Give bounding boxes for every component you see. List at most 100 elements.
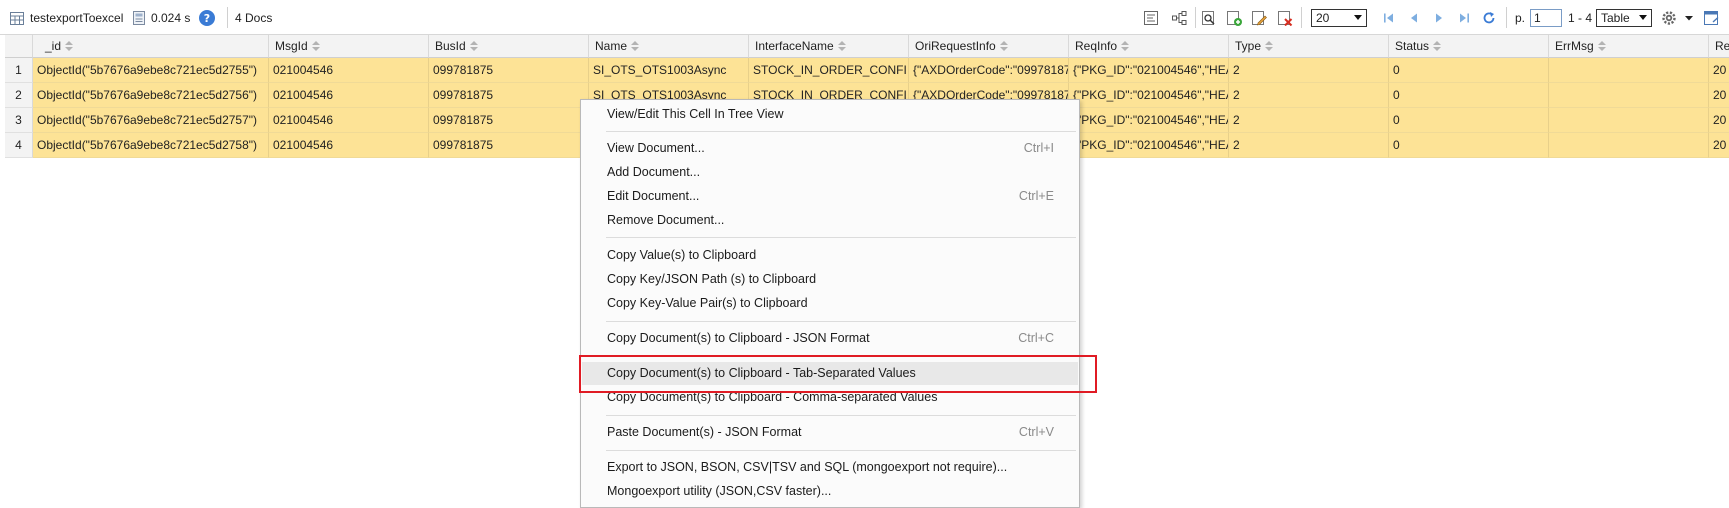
table-cell[interactable]: 021004546 bbox=[269, 133, 429, 158]
row-number[interactable]: 4 bbox=[5, 133, 33, 158]
column-header-interfacename[interactable]: InterfaceName bbox=[749, 35, 909, 58]
table-cell[interactable] bbox=[1549, 133, 1709, 158]
table-cell[interactable]: 0 bbox=[1389, 108, 1549, 133]
table-cell[interactable]: 2 bbox=[1229, 58, 1389, 83]
menu-separator bbox=[606, 131, 1076, 132]
menu-item-copy-csv[interactable]: Copy Document(s) to Clipboard - Comma-se… bbox=[582, 386, 1078, 409]
sort-icon bbox=[631, 41, 640, 51]
table-cell[interactable] bbox=[1549, 108, 1709, 133]
column-header-status[interactable]: Status bbox=[1389, 35, 1549, 58]
menu-item-mongoexport-utility[interactable]: Mongoexport utility (JSON,CSV faster)... bbox=[582, 480, 1078, 503]
table-cell[interactable]: 0 bbox=[1389, 83, 1549, 108]
table-icon bbox=[8, 9, 26, 27]
table-cell[interactable]: 2 bbox=[1229, 108, 1389, 133]
edit-document-icon[interactable] bbox=[1250, 9, 1268, 27]
menu-item-copy-key-json-path[interactable]: Copy Key/JSON Path (s) to Clipboard bbox=[582, 268, 1078, 291]
table-cell[interactable]: {"PKG_ID":"021004546","HEA bbox=[1069, 108, 1229, 133]
find-document-icon[interactable] bbox=[1200, 9, 1218, 27]
last-page-icon[interactable] bbox=[1455, 9, 1473, 27]
table-cell[interactable]: 20 bbox=[1709, 58, 1729, 83]
menu-item-add-document[interactable]: Add Document... bbox=[582, 161, 1078, 184]
row-number[interactable]: 1 bbox=[5, 58, 33, 83]
row-number-header bbox=[5, 35, 33, 58]
table-cell[interactable] bbox=[1549, 83, 1709, 108]
table-cell[interactable]: {"PKG_ID":"021004546","HEA bbox=[1069, 133, 1229, 158]
query-time-icon bbox=[130, 9, 148, 27]
table-cell[interactable]: 099781875 bbox=[429, 58, 589, 83]
page-size-select[interactable]: 20 bbox=[1311, 9, 1367, 27]
table-cell[interactable]: 20 bbox=[1709, 83, 1729, 108]
doc-count: 4 Docs bbox=[235, 10, 273, 25]
collection-name: testexportToexcel bbox=[30, 10, 124, 25]
export-panel-icon[interactable] bbox=[1703, 9, 1721, 27]
menu-item-export[interactable]: Export to JSON, BSON, CSV|TSV and SQL (m… bbox=[582, 456, 1078, 479]
column-header-name[interactable]: Name bbox=[589, 35, 749, 58]
table-cell[interactable]: {"PKG_ID":"021004546","HEA bbox=[1069, 83, 1229, 108]
table-cell[interactable]: 021004546 bbox=[269, 83, 429, 108]
menu-item-copy-key-value-pairs[interactable]: Copy Key-Value Pair(s) to Clipboard bbox=[582, 292, 1078, 315]
page-size-value: 20 bbox=[1316, 11, 1330, 25]
column-header-busid[interactable]: BusId bbox=[429, 35, 589, 58]
column-header-msgid[interactable]: MsgId bbox=[269, 35, 429, 58]
table-cell[interactable]: ObjectId("5b7676a9ebe8c721ec5d2758") bbox=[33, 133, 269, 158]
menu-item-view-edit-cell-tree[interactable]: View/Edit This Cell In Tree View bbox=[582, 103, 1078, 126]
table-cell[interactable]: 20 bbox=[1709, 133, 1729, 158]
table-cell[interactable]: ObjectId("5b7676a9ebe8c721ec5d2756") bbox=[33, 83, 269, 108]
table-cell[interactable]: ObjectId("5b7676a9ebe8c721ec5d2757") bbox=[33, 108, 269, 133]
menu-item-copy-tsv[interactable]: Copy Document(s) to Clipboard - Tab-Sepa… bbox=[582, 362, 1078, 385]
sort-icon bbox=[65, 41, 74, 51]
table-cell[interactable]: 0 bbox=[1389, 58, 1549, 83]
table-cell[interactable]: {"AXDOrderCode":"09978187 bbox=[909, 58, 1069, 83]
menu-separator bbox=[606, 356, 1076, 357]
toolbar-divider bbox=[1301, 7, 1302, 28]
column-header-orirequestinfo[interactable]: OriRequestInfo bbox=[909, 35, 1069, 58]
table-cell[interactable]: ObjectId("5b7676a9ebe8c721ec5d2755") bbox=[33, 58, 269, 83]
menu-item-copy-json[interactable]: Copy Document(s) to Clipboard - JSON For… bbox=[582, 327, 1078, 350]
column-header-re[interactable]: Re bbox=[1709, 35, 1729, 58]
column-header-errmsg[interactable]: ErrMsg bbox=[1549, 35, 1709, 58]
menu-item-view-document[interactable]: View Document... Ctrl+I bbox=[582, 137, 1078, 160]
delete-document-icon[interactable] bbox=[1276, 9, 1294, 27]
table-cell[interactable]: 20 bbox=[1709, 108, 1729, 133]
sort-icon bbox=[1121, 41, 1130, 51]
column-header-reqinfo[interactable]: ReqInfo bbox=[1069, 35, 1229, 58]
column-header-type[interactable]: Type bbox=[1229, 35, 1389, 58]
sort-icon bbox=[1433, 41, 1442, 51]
menu-separator bbox=[606, 415, 1076, 416]
toolbar: testexportToexcel 0.024 s ? 4 Docs 20 p.… bbox=[0, 0, 1729, 35]
table-cell[interactable]: {"PKG_ID":"021004546","HEA bbox=[1069, 58, 1229, 83]
settings-gear-icon[interactable] bbox=[1660, 9, 1678, 27]
table-cell[interactable]: STOCK_IN_ORDER_CONFI bbox=[749, 58, 909, 83]
table-cell[interactable]: SI_OTS_OTS1003Async bbox=[589, 58, 749, 83]
settings-dropdown-icon[interactable] bbox=[1680, 9, 1698, 27]
view-mode-select[interactable]: Table bbox=[1596, 9, 1652, 27]
menu-item-remove-document[interactable]: Remove Document... bbox=[582, 209, 1078, 232]
query-builder-icon[interactable] bbox=[1142, 9, 1160, 27]
help-icon[interactable]: ? bbox=[198, 9, 216, 27]
table-cell[interactable] bbox=[1549, 58, 1709, 83]
menu-item-edit-document[interactable]: Edit Document... Ctrl+E bbox=[582, 185, 1078, 208]
next-page-icon[interactable] bbox=[1430, 9, 1448, 27]
table-cell[interactable]: 2 bbox=[1229, 133, 1389, 158]
row-number[interactable]: 3 bbox=[5, 108, 33, 133]
add-document-icon[interactable] bbox=[1225, 9, 1243, 27]
table-cell[interactable]: 099781875 bbox=[429, 108, 589, 133]
table-cell[interactable]: 099781875 bbox=[429, 83, 589, 108]
toolbar-divider bbox=[1506, 7, 1507, 28]
first-page-icon[interactable] bbox=[1380, 9, 1398, 27]
page-number-input[interactable]: 1 bbox=[1530, 9, 1562, 27]
menu-item-paste-json[interactable]: Paste Document(s) - JSON Format Ctrl+V bbox=[582, 421, 1078, 444]
view-mode-value: Table bbox=[1601, 11, 1630, 25]
table-cell[interactable]: 099781875 bbox=[429, 133, 589, 158]
toolbar-divider bbox=[227, 7, 228, 28]
menu-item-copy-values[interactable]: Copy Value(s) to Clipboard bbox=[582, 244, 1078, 267]
previous-page-icon[interactable] bbox=[1405, 9, 1423, 27]
table-cell[interactable]: 0 bbox=[1389, 133, 1549, 158]
table-cell[interactable]: 021004546 bbox=[269, 108, 429, 133]
row-number[interactable]: 2 bbox=[5, 83, 33, 108]
column-header-id[interactable]: _id bbox=[33, 35, 269, 58]
table-cell[interactable]: 2 bbox=[1229, 83, 1389, 108]
refresh-icon[interactable] bbox=[1480, 9, 1498, 27]
tree-structure-icon[interactable] bbox=[1170, 9, 1188, 27]
table-cell[interactable]: 021004546 bbox=[269, 58, 429, 83]
